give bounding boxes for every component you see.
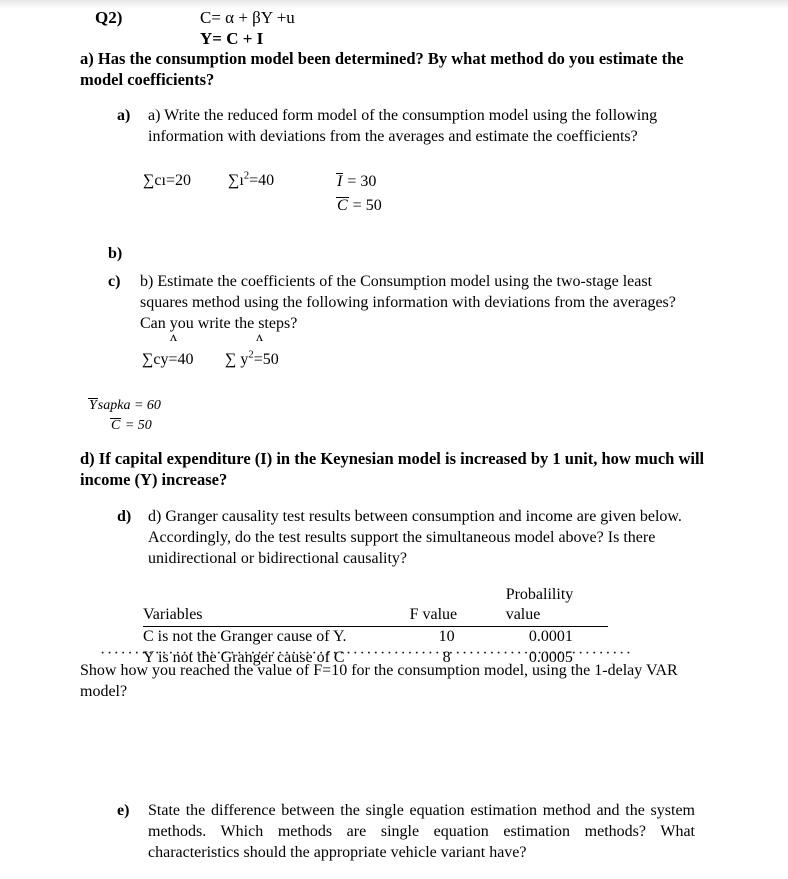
sum-i-squared-suffix: =40 (249, 172, 275, 189)
mean-consumption-symbol: C (336, 197, 349, 214)
ysapka-value: = 60 (133, 398, 161, 413)
list-item-d-text: d) Granger causality test results betwee… (148, 508, 682, 567)
sum-i-squared-prefix: ∑ı (228, 172, 244, 189)
table-header-probability-value: Probalility value (493, 585, 608, 627)
list-item-d: d) d) Granger causality test results bet… (117, 506, 695, 569)
list-item-e-line1: State the difference between the single … (148, 802, 695, 819)
table-header-f-value: F value (399, 585, 494, 627)
ysapka-label: sapka (97, 398, 131, 413)
list-item-a-text: a) Write the reduced form model of the c… (148, 107, 658, 145)
list-item-d-marker: d) (117, 508, 132, 525)
list-item-e-line3: characteristics should the appropriate v… (148, 844, 527, 861)
table-header-row: Variables F value Probalility value (143, 585, 608, 627)
show-how-paragraph: Show how you reached the value of F=10 f… (80, 662, 678, 700)
list-item-e-marker: e) (117, 802, 130, 819)
means-group: I = 30 C = 50 (336, 170, 382, 218)
caret-left: ʌ (170, 330, 177, 345)
sum-i-squared-expression: ∑ı2=40 (228, 171, 275, 190)
caret-right: ʌ (256, 330, 263, 345)
list-item-a: a) a) Write the reduced form model of th… (117, 105, 692, 147)
list-item-b: b) (108, 245, 122, 263)
sum-cy-expression: ∑cy=40 (142, 351, 194, 368)
list-item-e-line2: methods. Which methods are single equati… (148, 823, 695, 840)
list-item-b-marker: b) (108, 245, 123, 262)
sum-y-squared-expression: ∑ y2=50 (225, 350, 279, 369)
sum-y-squared-prefix: ∑ y (225, 351, 249, 368)
list-item-e: e) State the difference between the sing… (117, 800, 695, 863)
mean-consumption-line: C = 50 (336, 194, 382, 218)
table-header-variables: Variables (143, 585, 400, 627)
dotted-separator: ········································… (100, 645, 630, 659)
ysapka-mean-c-line: C = 50 (110, 416, 161, 436)
caret-row: ʌ ʌ (170, 330, 263, 346)
sum-y-squared-suffix: =50 (253, 351, 279, 368)
list-item-c-text: b) Estimate the coefficients of the Cons… (140, 273, 676, 332)
bold-question-a: a) Has the consumption model been determ… (80, 49, 684, 89)
mean-investment-value: = 30 (347, 173, 377, 190)
list-item-c-marker: c) (108, 273, 121, 290)
document-page: Q2) C= α + βY +u Y= C + I a) Has the con… (0, 0, 788, 879)
equation-income: Y= C + I (200, 29, 264, 48)
question-number-label: Q2) (95, 8, 123, 27)
mean-consumption-value: = 50 (352, 197, 382, 214)
bold-question-d: d) If capital expenditure (I) in the Key… (80, 449, 705, 489)
ysapka-mean-c-symbol: C (110, 418, 122, 433)
list-item-c: c) b) Estimate the coefficients of the C… (108, 271, 693, 334)
equation-consumption: C= α + βY +u (200, 8, 295, 27)
mean-investment-symbol: I (336, 173, 344, 190)
mean-investment-line: I = 30 (336, 170, 382, 194)
ysapka-mean-c-value: = 50 (124, 418, 152, 433)
sum-ci-expression: ∑cı=20 (143, 172, 191, 189)
sums-row-2: ∑cy=40 ∑ y2=50 (142, 350, 279, 369)
ysapka-symbol: Y (88, 398, 98, 413)
list-item-e-text: State the difference between the single … (148, 800, 695, 863)
ysapka-means-block: Ysapka = 60 C = 50 (88, 396, 161, 436)
ysapka-line: Ysapka = 60 (88, 398, 161, 413)
list-item-a-marker: a) (117, 107, 131, 124)
